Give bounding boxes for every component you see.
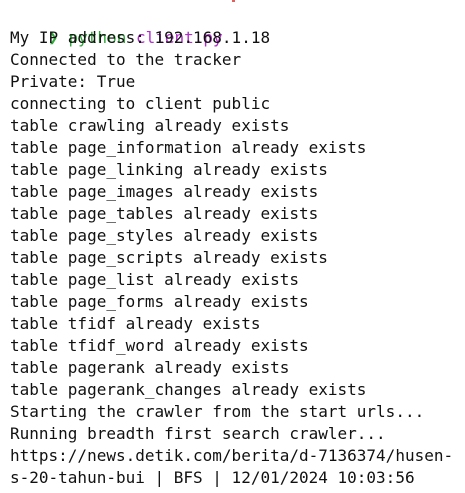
output-line: table page_forms already exists	[10, 292, 309, 311]
output-line: table crawling already exists	[10, 116, 290, 135]
output-line: table pagerank_changes already exists	[10, 380, 367, 399]
output-line: table page_information already exists	[10, 138, 367, 157]
window-edge-marker	[232, 0, 235, 2]
output-line: table page_styles already exists	[10, 226, 319, 245]
output-line: table page_list already exists	[10, 270, 299, 289]
output-line: table pagerank already exists	[10, 358, 290, 377]
crawl-url-line: https://news.detik.com/berita/d-7136374/…	[10, 446, 454, 465]
output-line: table tfidf_word already exists	[10, 336, 309, 355]
output-line: Private: True	[10, 72, 136, 91]
terminal-window[interactable]: ❯ python client.py My IP address: 192.168…	[0, 0, 465, 493]
output-line: table page_images already exists	[10, 182, 319, 201]
output-line: table page_linking already exists	[10, 160, 328, 179]
crawl-status-line: s-20-tahun-bui | BFS | 12/01/2024 10:03:…	[10, 468, 415, 487]
prompt-line: ❯ python client.py	[10, 5, 223, 47]
output-line: Connected to the tracker	[10, 50, 242, 69]
output-line: table page_scripts already exists	[10, 248, 328, 267]
output-line: Starting the crawler from the start urls…	[10, 402, 425, 421]
output-line: connecting to client public	[10, 94, 271, 113]
output-line: My IP address: 192.168.1.18	[10, 28, 271, 47]
output-line: table page_tables already exists	[10, 204, 319, 223]
output-line: table tfidf already exists	[10, 314, 261, 333]
output-line: Running breadth first search crawler...	[10, 424, 386, 443]
